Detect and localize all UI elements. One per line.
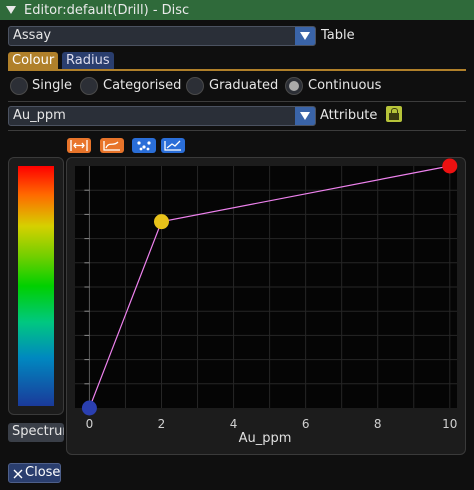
x-tick-label: 2 [158,417,166,431]
tab-radius[interactable]: Radius [62,52,114,69]
horizontal-expand-icon[interactable] [67,138,91,153]
x-tick-label: 4 [230,417,238,431]
scatter-settings-icon[interactable] [132,138,156,153]
radio-continuous-label: Continuous [308,78,382,93]
x-tick-label: 6 [302,417,310,431]
close-button[interactable]: Close [8,463,61,483]
x-tick-label: 10 [442,417,457,431]
radio-graduated[interactable] [186,77,204,95]
attribute-select-value: Au_ppm [13,108,66,123]
separator [8,130,466,131]
chart-panel: 0 2 4 6 8 10 Au_ppm [66,157,466,455]
table-label: Table [321,28,355,43]
radio-categorised[interactable] [80,77,98,95]
curve-control-point[interactable] [153,214,169,230]
x-tick-label: 0 [86,417,94,431]
radio-categorised-label: Categorised [103,78,182,93]
title-bar[interactable]: Editor:default(Drill) - Disc [0,0,474,20]
radio-continuous[interactable] [285,77,303,95]
chevron-down-icon[interactable] [295,107,315,125]
table-select[interactable]: Assay [8,26,316,46]
radio-single[interactable] [10,77,28,95]
radio-single-label: Single [32,78,72,93]
x-tick-label: 8 [374,417,382,431]
curve-icon[interactable] [100,138,124,153]
close-button-label: Close [25,465,61,480]
table-select-value: Assay [13,28,52,43]
chevron-down-icon[interactable] [295,27,315,45]
lock-body [389,113,399,120]
spectrum-button[interactable]: Spectrum [8,423,64,442]
editor-window: Editor:default(Drill) - Disc Assay Table… [0,0,474,490]
au-ppm-curve-chart[interactable]: 0 2 4 6 8 10 Au_ppm [67,158,465,454]
x-axis-label: Au_ppm [239,431,292,446]
radio-graduated-label: Graduated [209,78,279,93]
close-icon [13,468,23,479]
curve-control-point[interactable] [81,400,97,416]
colour-spectrum-bar [18,166,54,406]
attribute-label: Attribute [320,108,378,123]
curve-control-point[interactable] [442,158,458,174]
tab-colour[interactable]: Colour [8,52,59,69]
trend-icon[interactable] [161,138,185,153]
spectrum-button-label: Spectrum [12,424,64,439]
collapse-triangle-icon[interactable] [6,6,16,14]
separator [8,101,466,102]
tab-underline [8,69,466,71]
attribute-select[interactable]: Au_ppm [8,106,316,126]
lock-icon[interactable] [386,106,402,122]
window-title: Editor:default(Drill) - Disc [24,2,190,18]
